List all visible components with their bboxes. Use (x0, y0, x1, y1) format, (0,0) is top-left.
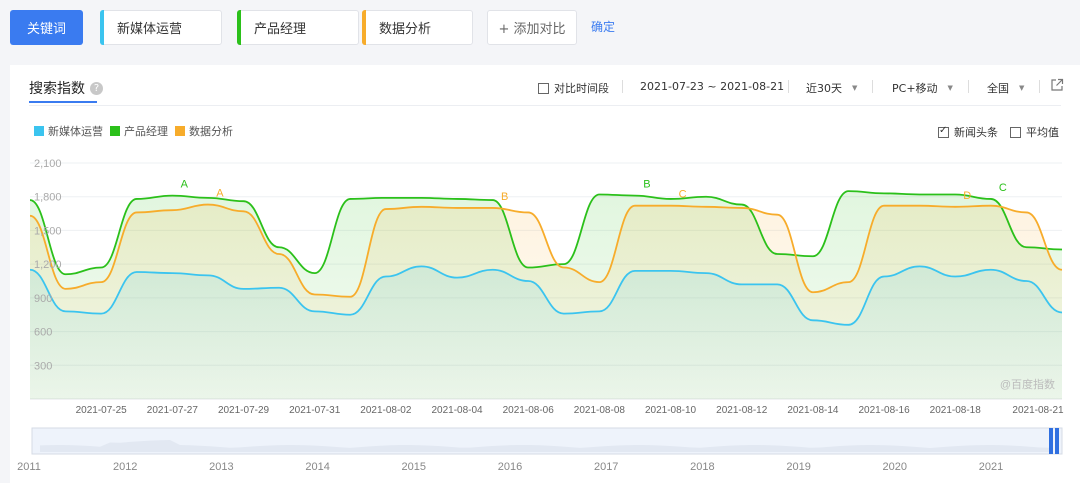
watermark: @百度指数 (1000, 377, 1055, 391)
y-tick-label: 1,800 (34, 192, 62, 204)
overview-handle-right[interactable] (1055, 428, 1059, 454)
y-tick-label: 900 (34, 293, 52, 305)
overview-year-label: 2015 (402, 461, 426, 473)
x-tick-label: 2021-08-21 (1012, 405, 1064, 416)
x-tick-label: 2021-08-16 (858, 405, 910, 416)
x-tick-label: 2021-08-02 (360, 405, 412, 416)
overview-year-label: 2019 (786, 461, 810, 473)
news-annotation-marker[interactable]: B (501, 191, 508, 203)
x-tick-label: 2021-08-06 (503, 405, 555, 416)
overview-year-label: 2013 (209, 461, 233, 473)
news-annotation-marker[interactable]: A (216, 188, 224, 200)
x-tick-label: 2021-08-10 (645, 405, 697, 416)
y-tick-label: 300 (34, 360, 52, 372)
x-tick-label: 2021-08-12 (716, 405, 768, 416)
x-axis: 2021-07-25 2021-07-27 2021-07-29 2021-07-31… (76, 405, 1064, 416)
overview-year-label: 2016 (498, 461, 522, 473)
overview-year-label: 2020 (883, 461, 907, 473)
series-areas (30, 191, 1062, 399)
overview-handle-left[interactable] (1049, 428, 1053, 454)
overview-year-label: 2018 (690, 461, 714, 473)
overview-year-label: 2014 (305, 461, 329, 473)
y-tick-label: 1,500 (34, 225, 62, 237)
x-tick-label: 2021-07-31 (289, 405, 341, 416)
search-index-chart[interactable]: 300 600 900 1,200 1,500 1,800 2,100 2021-07-25… (0, 0, 1080, 483)
news-annotation-marker[interactable]: B (643, 179, 650, 191)
x-tick-label: 2021-08-04 (431, 405, 483, 416)
y-tick-label: 2,100 (34, 158, 62, 170)
overview-year-label: 2012 (113, 461, 137, 473)
news-annotation-marker[interactable]: A (181, 179, 189, 191)
x-tick-label: 2021-07-27 (147, 405, 199, 416)
overview-year-label: 2021 (979, 461, 1003, 473)
y-tick-label: 1,200 (34, 259, 62, 271)
x-tick-label: 2021-07-29 (218, 405, 270, 416)
overview-year-label: 2017 (594, 461, 618, 473)
news-annotation-marker[interactable]: D (963, 190, 971, 202)
x-tick-label: 2021-08-08 (574, 405, 626, 416)
y-tick-label: 600 (34, 327, 52, 339)
news-annotation-marker[interactable]: C (999, 182, 1007, 194)
overview-year-label: 2011 (17, 461, 41, 473)
x-tick-label: 2021-08-18 (930, 405, 982, 416)
x-tick-label: 2021-07-25 (76, 405, 128, 416)
x-tick-label: 2021-08-14 (787, 405, 839, 416)
overview-slider[interactable]: 2011 2012 2013 2014 2015 2016 2017 2018 2019 2020… (17, 427, 1063, 473)
news-annotation-marker[interactable]: C (679, 189, 687, 201)
